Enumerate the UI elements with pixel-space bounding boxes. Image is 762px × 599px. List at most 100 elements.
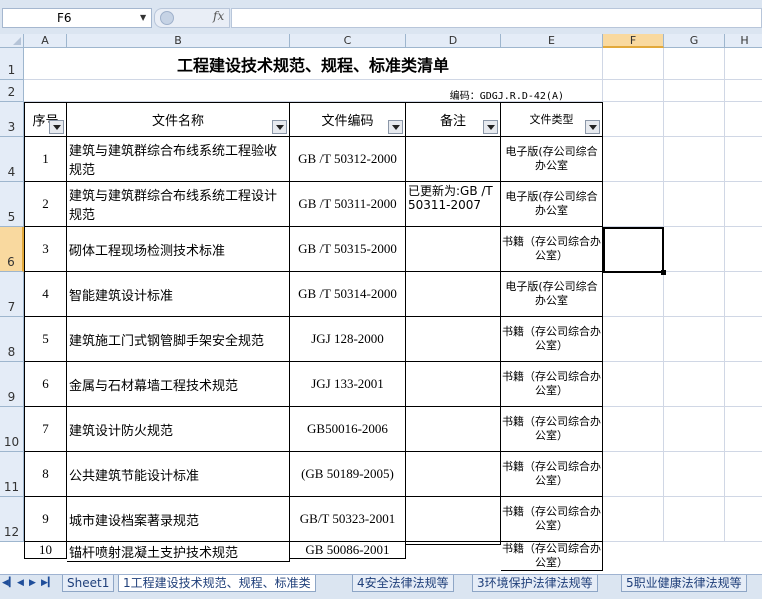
row-header-2[interactable]: 2 <box>0 80 24 102</box>
select-all-button[interactable] <box>0 34 24 48</box>
cell-f5[interactable] <box>603 182 664 227</box>
cell-file-code[interactable]: GB /T 50315-2000 <box>290 227 406 272</box>
filter-dropdown-icon[interactable] <box>49 120 64 134</box>
cell-g3[interactable] <box>664 102 725 137</box>
cell-h8[interactable] <box>725 317 762 362</box>
row-header-10[interactable]: 10 <box>0 407 24 452</box>
cell-f2[interactable] <box>603 80 664 102</box>
cell-file-type[interactable]: 书籍（存公司综合办公室） <box>501 542 603 571</box>
cell-note[interactable]: 已更新为:GB /T 50311-2007 <box>406 182 501 227</box>
cell-file-type[interactable]: 书籍（存公司综合办公室） <box>501 227 603 272</box>
cell-seq[interactable]: 8 <box>24 452 67 497</box>
header-code[interactable]: 文件编码 <box>290 102 406 137</box>
cell-f10[interactable] <box>603 407 664 452</box>
cell-file-type[interactable]: 书籍（存公司综合办公室） <box>501 317 603 362</box>
cell-file-code[interactable]: GB /T 50311-2000 <box>290 182 406 227</box>
cell-file-code[interactable]: (GB 50189-2005) <box>290 452 406 497</box>
row-header-3[interactable]: 3 <box>0 102 24 137</box>
cell-h3[interactable] <box>725 102 762 137</box>
cell-f11[interactable] <box>603 452 664 497</box>
cell-f4[interactable] <box>603 137 664 182</box>
cell-seq[interactable]: 2 <box>24 182 67 227</box>
cell-g11[interactable] <box>664 452 725 497</box>
column-header-a[interactable]: A <box>24 34 67 48</box>
cell-h5[interactable] <box>725 182 762 227</box>
first-sheet-icon[interactable]: ◀▎ <box>2 578 16 588</box>
cell-file-code[interactable]: GB /T 50312-2000 <box>290 137 406 182</box>
formula-input[interactable] <box>231 8 762 28</box>
cell-note[interactable] <box>406 452 501 497</box>
cell-note[interactable] <box>406 497 501 542</box>
cell-file-type[interactable]: 电子版(存公司综合办公室 <box>501 137 603 182</box>
cell-g10[interactable] <box>664 407 725 452</box>
cell-file-name[interactable]: 锚杆喷射混凝土支护技术规范 <box>67 542 290 562</box>
cell-g5[interactable] <box>664 182 725 227</box>
column-header-c[interactable]: C <box>290 34 406 48</box>
cell-file-name[interactable]: 智能建筑设计标准 <box>67 272 290 317</box>
sheet-tab-sheet1[interactable]: Sheet1 <box>62 575 115 592</box>
next-sheet-icon[interactable]: ▶ <box>29 578 36 588</box>
cell-f12[interactable] <box>603 497 664 542</box>
formula-toggle-icon[interactable] <box>160 11 174 25</box>
cell-file-code[interactable]: GB 50086-2001 <box>290 542 406 559</box>
cell-note[interactable] <box>406 407 501 452</box>
cell-g4[interactable] <box>664 137 725 182</box>
cell-seq[interactable]: 7 <box>24 407 67 452</box>
cell-h11[interactable] <box>725 452 762 497</box>
row-header-4[interactable]: 4 <box>0 137 24 182</box>
cell-note[interactable] <box>406 542 501 545</box>
filter-dropdown-icon[interactable] <box>272 120 287 134</box>
cell-seq[interactable]: 5 <box>24 317 67 362</box>
cell-file-name[interactable]: 砌体工程现场检测技术标准 <box>67 227 290 272</box>
cell-f8[interactable] <box>603 317 664 362</box>
row-header-11[interactable]: 11 <box>0 452 24 497</box>
cell-g9[interactable] <box>664 362 725 407</box>
cell-h1[interactable] <box>725 48 762 80</box>
cell-file-type[interactable]: 书籍（存公司综合办公室） <box>501 362 603 407</box>
sheet-tab-occupational-health-laws[interactable]: 5职业健康法律法规等 <box>621 575 747 592</box>
last-sheet-icon[interactable]: ▶▎ <box>41 578 55 588</box>
row-header-1[interactable]: 1 <box>0 48 24 80</box>
cell-file-type[interactable]: 书籍（存公司综合办公室） <box>501 407 603 452</box>
insert-function-button[interactable]: fx <box>213 9 224 23</box>
row-2-cells[interactable]: 编码：GDGJ.R.D-42(A) <box>24 80 603 102</box>
cell-seq[interactable]: 9 <box>24 497 67 542</box>
column-header-e[interactable]: E <box>501 34 603 48</box>
cell-g8[interactable] <box>664 317 725 362</box>
cell-seq[interactable]: 6 <box>24 362 67 407</box>
column-header-h[interactable]: H <box>725 34 762 48</box>
cell-file-name[interactable]: 城市建设档案著录规范 <box>67 497 290 542</box>
column-header-f[interactable]: F <box>603 34 664 48</box>
cell-h6[interactable] <box>725 227 762 272</box>
cell-g12[interactable] <box>664 497 725 542</box>
cell-file-name[interactable]: 建筑设计防火规范 <box>67 407 290 452</box>
cell-file-code[interactable]: GB/T 50323-2001 <box>290 497 406 542</box>
cell-seq[interactable]: 1 <box>24 137 67 182</box>
cell-f9[interactable] <box>603 362 664 407</box>
cell-file-code[interactable]: GB50016-2006 <box>290 407 406 452</box>
sheet-tab-construction-standards[interactable]: 1工程建设技术规范、规程、标准类 <box>118 575 316 592</box>
cell-f3[interactable] <box>603 102 664 137</box>
cell-h9[interactable] <box>725 362 762 407</box>
header-type[interactable]: 文件类型 <box>501 102 603 137</box>
cell-note[interactable] <box>406 272 501 317</box>
cell-h10[interactable] <box>725 407 762 452</box>
row-header-9[interactable]: 9 <box>0 362 24 407</box>
cell-note[interactable] <box>406 227 501 272</box>
column-header-d[interactable]: D <box>406 34 501 48</box>
selected-cell-f6[interactable] <box>603 227 666 275</box>
prev-sheet-icon[interactable]: ◀ <box>17 578 24 588</box>
cell-seq[interactable]: 4 <box>24 272 67 317</box>
row-header-5[interactable]: 5 <box>0 182 24 227</box>
column-header-g[interactable]: G <box>664 34 725 48</box>
name-box-dropdown-icon[interactable]: ▼ <box>140 13 146 22</box>
header-note[interactable]: 备注 <box>406 102 501 137</box>
cell-file-code[interactable]: JGJ 128-2000 <box>290 317 406 362</box>
cell-file-type[interactable]: 书籍（存公司综合办公室） <box>501 497 603 542</box>
cell-file-type[interactable]: 电子版(存公司综合办公室 <box>501 182 603 227</box>
sheet-tab-safety-laws[interactable]: 4安全法律法规等 <box>352 575 454 592</box>
header-name[interactable]: 文件名称 <box>67 102 290 137</box>
cell-note[interactable] <box>406 137 501 182</box>
cell-g7[interactable] <box>664 272 725 317</box>
cell-f1[interactable] <box>603 48 664 80</box>
